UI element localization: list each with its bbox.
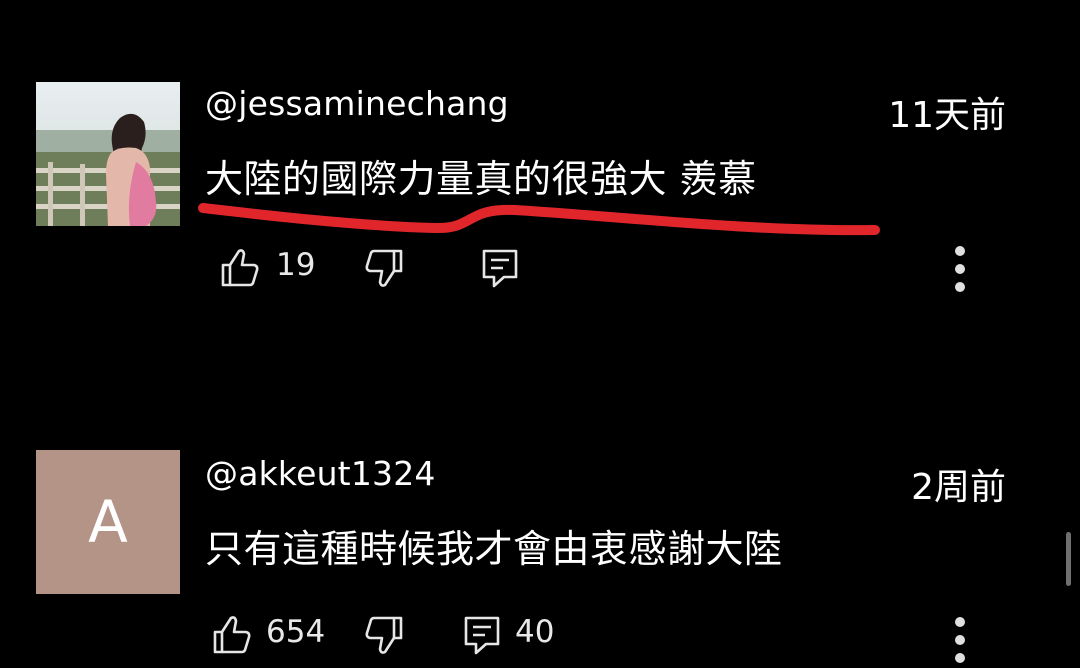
comment-timestamp: 2周前	[911, 467, 1006, 508]
reply-icon[interactable]	[460, 612, 504, 658]
reply-icon[interactable]	[478, 245, 522, 291]
avatar-photo	[36, 82, 180, 226]
red-underline-annotation	[198, 203, 880, 236]
comment-actions: 654 40	[0, 612, 1080, 663]
comment-item: A @akkeut1324 2周前 只有這種時候我才會由衷感謝大陸 654 40	[0, 440, 1080, 663]
comment-text: 大陸的國際力量真的很強大 羨慕	[205, 157, 757, 201]
comment-item: @jessaminechang 11天前 大陸的國際力量真的很強大 羨慕 19	[0, 0, 1080, 330]
thumbs-up-icon[interactable]	[210, 612, 254, 658]
avatar[interactable]	[36, 82, 180, 226]
avatar[interactable]: A	[36, 450, 180, 594]
avatar-letter: A	[88, 488, 128, 556]
like-count: 19	[276, 247, 316, 283]
reply-count[interactable]: 40	[515, 614, 554, 650]
comment-text: 只有這種時候我才會由衷感謝大陸	[205, 527, 783, 571]
comment-actions: 19	[0, 245, 1080, 295]
comment-author[interactable]: @akkeut1324	[205, 454, 436, 493]
more-vertical-icon[interactable]	[944, 245, 976, 297]
thumbs-down-icon[interactable]	[362, 612, 406, 658]
like-count: 654	[266, 614, 326, 650]
scrollbar[interactable]	[1066, 532, 1071, 586]
more-vertical-icon[interactable]	[944, 616, 976, 668]
thumbs-down-icon[interactable]	[362, 245, 406, 291]
comment-author[interactable]: @jessaminechang	[205, 84, 509, 123]
thumbs-up-icon[interactable]	[218, 245, 262, 291]
comment-timestamp: 11天前	[888, 95, 1006, 136]
